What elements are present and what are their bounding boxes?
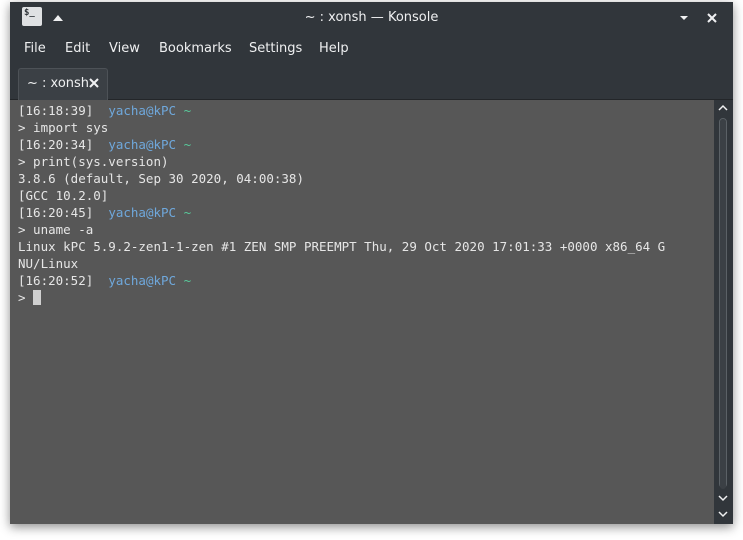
prompt-line: [16:18:39] yacha@kPC ~ <box>18 102 191 119</box>
menu-view[interactable]: View <box>109 34 140 64</box>
prompt-user: yacha@kPC <box>108 103 177 118</box>
terminal-area[interactable]: [16:18:39] yacha@kPC ~ > import sys [16:… <box>10 100 714 524</box>
prompt-dir: ~ <box>183 137 192 152</box>
menu-bar: File Edit View Bookmarks Settings Help <box>10 34 733 64</box>
output-line: [GCC 10.2.0] <box>18 188 109 203</box>
scroll-track[interactable] <box>719 118 727 489</box>
minimize-icon[interactable] <box>676 10 692 26</box>
menu-settings[interactable]: Settings <box>249 34 302 64</box>
prompt-line: [16:20:45] yacha@kPC ~ <box>18 204 191 221</box>
prompt-user: yacha@kPC <box>108 137 177 152</box>
output-line: NU/Linux <box>18 256 79 271</box>
close-icon[interactable] <box>704 10 720 26</box>
prompt-dir: ~ <box>183 273 192 288</box>
menu-file[interactable]: File <box>24 34 46 64</box>
window-title: ~ : xonsh — Konsole <box>304 10 439 25</box>
prompt-time: [16:20:52] <box>18 273 94 288</box>
output-line: 3.8.6 (default, Sep 30 2020, 04:00:38) <box>18 171 304 186</box>
vertical-scrollbar[interactable] <box>714 100 733 524</box>
command-line: > uname -a <box>18 222 94 237</box>
prompt-user: yacha@kPC <box>108 273 177 288</box>
prompt-dir: ~ <box>183 205 192 220</box>
tab-xonsh[interactable]: ~ : xonsh <box>18 68 108 100</box>
konsole-window: $_ ~ : xonsh — Konsole File Edit View Bo… <box>10 2 733 524</box>
input-prompt: > <box>18 290 34 305</box>
menu-edit[interactable]: Edit <box>65 34 90 64</box>
prompt-time: [16:20:45] <box>18 205 94 220</box>
keep-above-icon[interactable] <box>50 10 66 26</box>
tab-label: ~ : xonsh <box>27 76 90 91</box>
command-line: > print(sys.version) <box>18 154 169 169</box>
scroll-thumb[interactable] <box>720 119 726 489</box>
scroll-down-icon[interactable] <box>716 508 730 520</box>
scroll-up-icon[interactable] <box>716 102 730 114</box>
prompt-dir: ~ <box>183 103 192 118</box>
prompt-user: yacha@kPC <box>108 205 177 220</box>
menu-bookmarks[interactable]: Bookmarks <box>159 34 232 64</box>
output-line: Linux kPC 5.9.2-zen1-1-zen #1 ZEN SMP PR… <box>18 239 666 254</box>
prompt-time: [16:18:39] <box>18 103 94 118</box>
tab-close-icon[interactable] <box>87 76 101 90</box>
text-cursor <box>33 290 42 305</box>
prompt-time: [16:20:34] <box>18 137 94 152</box>
input-line[interactable]: > <box>18 289 42 306</box>
scroll-down-icon[interactable] <box>716 492 730 504</box>
konsole-app-icon[interactable]: $_ <box>22 7 42 26</box>
command-line: > import sys <box>18 120 109 135</box>
tab-bar: ~ : xonsh <box>10 64 733 100</box>
prompt-line: [16:20:34] yacha@kPC ~ <box>18 136 191 153</box>
menu-help[interactable]: Help <box>319 34 349 64</box>
title-bar[interactable]: $_ ~ : xonsh — Konsole <box>10 2 733 34</box>
prompt-line: [16:20:52] yacha@kPC ~ <box>18 272 191 289</box>
